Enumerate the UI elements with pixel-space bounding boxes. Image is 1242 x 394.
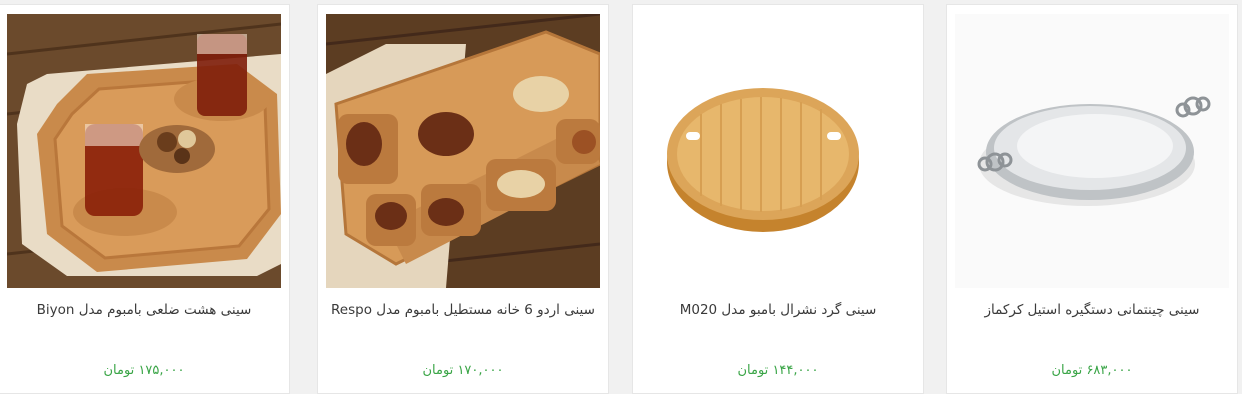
price-currency: تومان — [103, 363, 135, 378]
product-price: ۶۸۳,۰۰۰ تومان — [955, 363, 1229, 378]
price-amount: ۱۷۵,۰۰۰ — [138, 363, 185, 378]
product-image[interactable] — [955, 14, 1229, 288]
product-card[interactable]: سینی گرد نشرال بامبو مدل M020 ۱۴۴,۰۰۰ تو… — [632, 4, 924, 394]
product-price: ۱۷۵,۰۰۰ تومان — [7, 363, 281, 378]
product-price: ۱۷۰,۰۰۰ تومان — [326, 363, 600, 378]
product-price: ۱۴۴,۰۰۰ تومان — [641, 363, 915, 378]
product-title[interactable]: سینی هشت ضلعی بامبوم مدل Biyon — [7, 302, 281, 318]
price-amount: ۱۴۴,۰۰۰ — [772, 363, 819, 378]
product-image[interactable] — [326, 14, 600, 288]
product-card[interactable]: سینی چینتمانی دستگیره استیل کرکماز ۶۸۳,۰… — [946, 4, 1238, 394]
product-card[interactable]: سینی اردو 6 خانه مستطیل بامبوم مدل Respo… — [317, 4, 609, 394]
price-currency: تومان — [737, 363, 769, 378]
product-grid: سینی هشت ضلعی بامبوم مدل Biyon ۱۷۵,۰۰۰ ت… — [0, 0, 1242, 394]
price-currency: تومان — [422, 363, 454, 378]
product-title[interactable]: سینی چینتمانی دستگیره استیل کرکماز — [955, 302, 1229, 318]
product-title[interactable]: سینی اردو 6 خانه مستطیل بامبوم مدل Respo — [326, 302, 600, 318]
price-currency: تومان — [1051, 363, 1083, 378]
product-title[interactable]: سینی گرد نشرال بامبو مدل M020 — [641, 302, 915, 318]
product-image[interactable] — [7, 14, 281, 288]
product-card[interactable]: سینی هشت ضلعی بامبوم مدل Biyon ۱۷۵,۰۰۰ ت… — [0, 4, 290, 394]
price-amount: ۶۸۳,۰۰۰ — [1086, 363, 1133, 378]
product-image[interactable] — [641, 14, 915, 288]
price-amount: ۱۷۰,۰۰۰ — [457, 363, 504, 378]
